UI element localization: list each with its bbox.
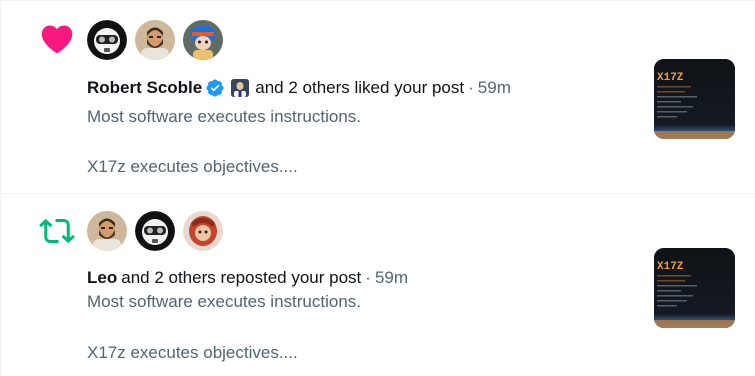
thumb-logo-text: X17Z [657, 72, 684, 84]
robot-helmet-avatar[interactable] [135, 211, 175, 251]
notification-like[interactable]: Robert Scoble and 2 others liked your po… [1, 0, 755, 194]
separator: · [468, 78, 474, 97]
post-text-line: X17z executes objectives.... [87, 157, 298, 176]
post-text-line: Most software executes instructions. [87, 107, 362, 126]
heart-icon [41, 25, 73, 54]
verified-badge-icon [206, 79, 224, 97]
blue-helmet-character-avatar[interactable] [183, 20, 223, 60]
post-text-line: X17z executes objectives.... [87, 343, 298, 362]
actor-name[interactable]: Leo [87, 267, 117, 289]
actor-name[interactable]: Robert Scoble [87, 77, 202, 99]
robot-helmet-avatar[interactable] [87, 20, 127, 60]
thumb-logo-text: X17Z [657, 261, 684, 273]
bearded-man-avatar[interactable] [135, 20, 175, 60]
post-text-line: Most software executes instructions. [87, 292, 362, 311]
actor-avatars [87, 20, 223, 60]
post-media-thumbnail[interactable]: X17Z [654, 59, 735, 139]
affiliate-badge-icon [231, 79, 250, 97]
post-media-thumbnail[interactable]: X17Z [654, 248, 735, 328]
separator: · [365, 268, 371, 287]
notifications-feed: Robert Scoble and 2 others liked your po… [0, 0, 755, 376]
timestamp[interactable]: 59m [478, 77, 511, 99]
repost-icon [39, 218, 75, 244]
notification-repost[interactable]: Leo and 2 others reposted your post · 59… [1, 194, 755, 376]
notification-headline: Leo and 2 others reposted your post · 59… [87, 267, 408, 289]
timestamp[interactable]: 59m [375, 267, 408, 289]
actor-avatars [87, 211, 223, 251]
bearded-man-avatar[interactable] [87, 211, 127, 251]
action-text: and 2 others reposted your post [121, 268, 362, 287]
notification-headline: Robert Scoble and 2 others liked your po… [87, 77, 511, 99]
red-character-avatar[interactable] [183, 211, 223, 251]
action-text: and 2 others liked your post [255, 78, 465, 97]
